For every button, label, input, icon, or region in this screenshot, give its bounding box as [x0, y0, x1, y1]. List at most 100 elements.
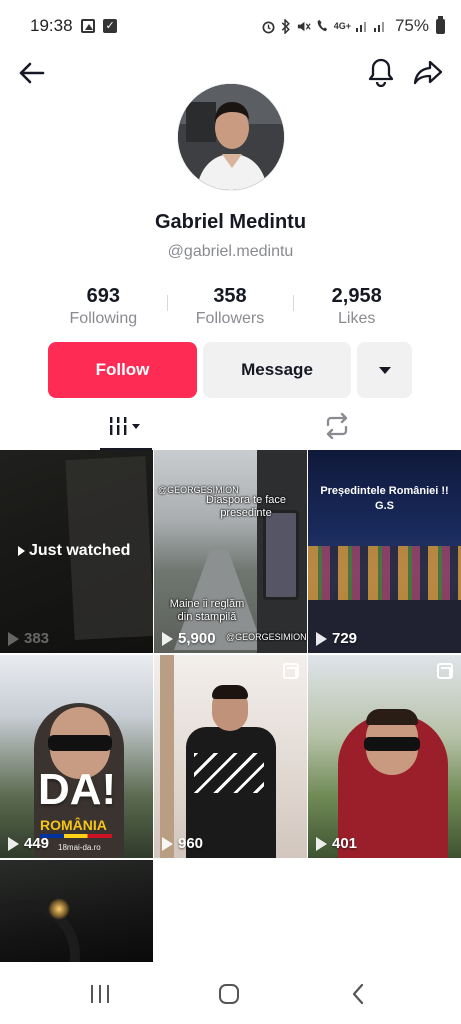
- video-caption-line: G.S: [375, 500, 394, 512]
- stat-label: Followers: [195, 310, 265, 327]
- repost-icon: [326, 413, 348, 439]
- play-icon: [316, 631, 327, 646]
- share-icon: [413, 60, 443, 85]
- battery-percent: 75%: [394, 16, 429, 35]
- thumbnail-light: [48, 898, 70, 920]
- home-icon: [219, 984, 239, 1004]
- video-tile[interactable]: Just watched 383: [0, 450, 153, 653]
- grid-icon: [109, 417, 140, 435]
- view-count-text: 729: [332, 630, 358, 647]
- view-count: 383: [8, 630, 49, 647]
- stat-value: 358: [213, 285, 247, 307]
- check-notification-icon: [102, 19, 117, 33]
- follow-button[interactable]: Follow: [48, 342, 197, 398]
- video-tile[interactable]: Președintele României !! G.S 729: [308, 450, 461, 653]
- bluetooth-icon: [281, 18, 290, 34]
- alarm-icon: [262, 20, 275, 33]
- status-bar: 19:38 4G+ 75%: [0, 0, 461, 52]
- video-tile[interactable]: @GEORGESIMION Diaspora te face presedint…: [154, 450, 307, 653]
- play-icon: [162, 836, 173, 851]
- view-count-text: 401: [332, 835, 358, 852]
- video-tile[interactable]: 401: [308, 655, 461, 858]
- system-back-button[interactable]: [342, 978, 374, 1010]
- video-tile[interactable]: DA! ROMÂNIA 18mai-da.ro 449: [0, 655, 153, 858]
- video-caption: Maine ii reglăm din stampilă: [169, 598, 245, 623]
- view-count: 5,900: [162, 630, 216, 647]
- stat-value: 2,958: [331, 285, 382, 307]
- just-watched-label: Just watched: [18, 542, 130, 560]
- mute-icon: [297, 21, 311, 31]
- thumbnail-pattern: [194, 753, 264, 793]
- back-button[interactable]: [14, 56, 48, 90]
- recents-button[interactable]: [84, 978, 116, 1010]
- just-watched-text: Just watched: [29, 542, 131, 559]
- status-right: 4G+ 75%: [261, 15, 445, 36]
- view-count: 449: [8, 835, 49, 852]
- stat-label: Likes: [338, 310, 376, 327]
- video-site-text: 18mai-da.ro: [58, 843, 101, 852]
- video-thumbnail: [160, 655, 174, 858]
- profile-actions: Follow Message: [48, 342, 412, 398]
- profile-stats: 693 Following 358 Followers 2,958 Likes: [40, 283, 420, 333]
- play-icon: [162, 631, 173, 646]
- view-count-text: 449: [24, 835, 50, 852]
- stat-value: 693: [86, 285, 121, 307]
- play-icon: [316, 836, 327, 851]
- play-icon: [18, 546, 25, 556]
- flag-stripe: [40, 834, 112, 838]
- bell-icon: [368, 58, 394, 87]
- chevron-left-icon: [352, 983, 364, 1005]
- stat-followers[interactable]: 358 Followers: [166, 283, 294, 333]
- play-icon: [8, 631, 19, 646]
- multi-photo-icon: [283, 663, 299, 679]
- stat-following[interactable]: 693 Following: [40, 283, 167, 333]
- message-button[interactable]: Message: [203, 342, 351, 398]
- multi-photo-icon: [437, 663, 453, 679]
- thumbnail-hair: [366, 709, 418, 725]
- video-thumbnail: [308, 546, 461, 606]
- avatar[interactable]: [177, 83, 285, 191]
- recents-icon: [91, 985, 109, 1003]
- status-time: 19:38: [30, 16, 73, 35]
- video-caption: Diaspora te face presedinte: [205, 494, 287, 519]
- video-caption-line: Președintele României !!: [320, 485, 449, 497]
- view-count-text: 5,900: [178, 630, 216, 647]
- play-icon: [8, 836, 19, 851]
- wifi-call-icon: [317, 19, 327, 31]
- content-tabs: [0, 402, 461, 450]
- battery-icon: [436, 15, 445, 34]
- home-button[interactable]: [213, 978, 245, 1010]
- view-count-text: 960: [178, 835, 204, 852]
- video-tile[interactable]: 960: [154, 655, 307, 858]
- more-suggestions-button[interactable]: [357, 342, 412, 398]
- profile-handle: @gabriel.medintu: [167, 243, 294, 260]
- tab-reposts[interactable]: [311, 402, 363, 450]
- thumbnail-glasses: [48, 735, 112, 751]
- view-count: 960: [162, 835, 203, 852]
- video-tile[interactable]: [0, 860, 153, 962]
- view-count: 401: [316, 835, 357, 852]
- thumbnail-mirror: [263, 510, 299, 600]
- stat-label: Following: [69, 310, 138, 327]
- caret-down-icon: [378, 366, 391, 374]
- view-count: 729: [316, 630, 357, 647]
- signal-icon-2: [373, 22, 384, 32]
- share-button[interactable]: [410, 54, 446, 90]
- stat-likes[interactable]: 2,958 Likes: [293, 283, 420, 333]
- thumbnail-glasses: [364, 737, 420, 751]
- signal-icon-1: [355, 22, 366, 32]
- notifications-button[interactable]: [364, 54, 398, 90]
- arrow-left-icon: [19, 62, 45, 84]
- gallery-notification-icon: [80, 19, 95, 33]
- thumbnail-hair: [212, 685, 248, 699]
- profile-name: Gabriel Medintu: [154, 211, 307, 233]
- video-caption-tag: @GEORGESIMION: [226, 632, 307, 642]
- video-caption: Președintele României !! G.S: [308, 484, 461, 514]
- network-type: 4G+: [333, 21, 351, 31]
- system-nav-bar: [0, 962, 461, 1024]
- status-left: 19:38: [30, 16, 117, 36]
- video-big-text: DA!: [38, 765, 117, 814]
- view-count-text: 383: [24, 630, 50, 647]
- tab-videos[interactable]: [100, 402, 152, 450]
- video-sub-text: ROMÂNIA: [40, 817, 107, 833]
